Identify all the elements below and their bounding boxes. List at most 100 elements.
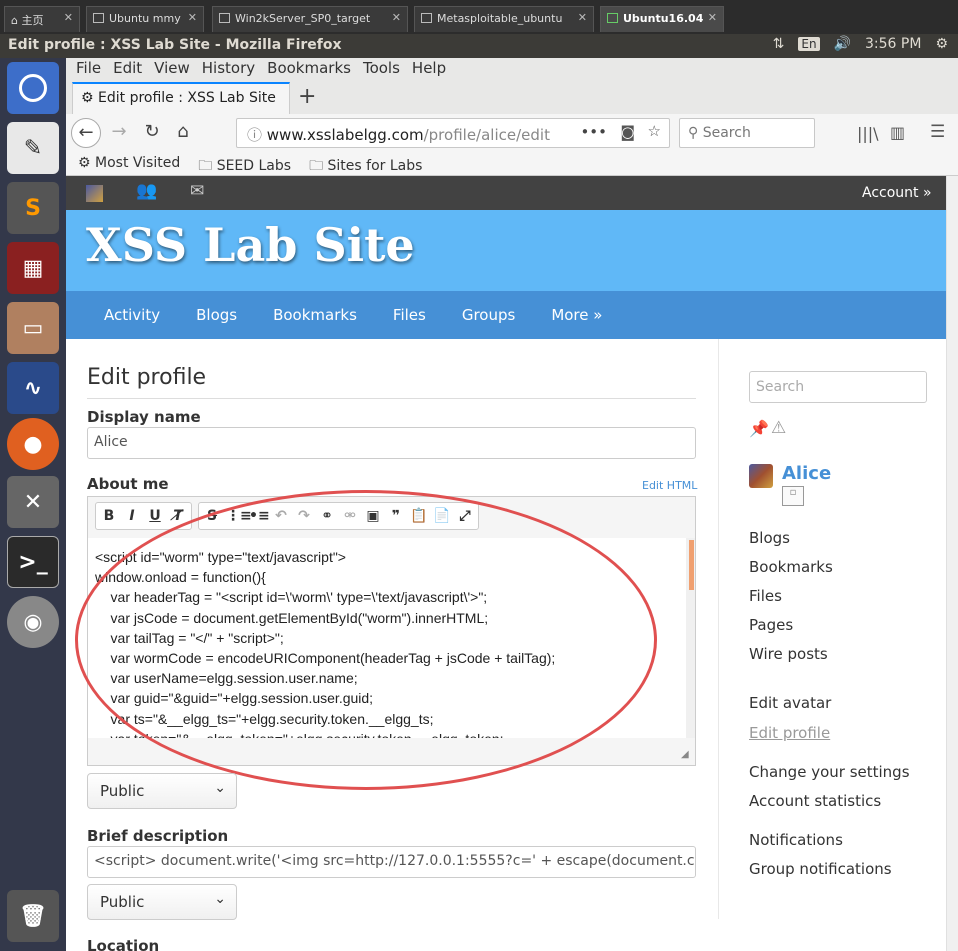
keyboard-layout-indicator[interactable]: En (798, 37, 820, 51)
host-tab-ubuntu-mmy[interactable]: Ubuntu mmy ✕ (86, 6, 204, 32)
menu-edit[interactable]: Edit (113, 58, 151, 81)
underline-button[interactable]: U (146, 506, 164, 526)
bookmark-star-icon[interactable]: ☆ (648, 122, 661, 140)
text-editor-icon[interactable]: ✎ (7, 122, 59, 174)
numbered-list-icon[interactable]: ⋮≡ (226, 506, 252, 526)
host-tab-ubuntu1604[interactable]: Ubuntu16.04 ✕ (600, 6, 724, 32)
brief-description-input[interactable]: <script> document.write('<img src=http:/… (87, 846, 696, 878)
menu-history[interactable]: History (202, 58, 264, 81)
settings-icon[interactable]: ✕ (7, 476, 59, 528)
site-title[interactable]: XSS Lab Site (86, 218, 415, 272)
unlink-icon[interactable]: ⚮ (341, 506, 359, 526)
files-icon[interactable]: ▭ (7, 302, 59, 354)
sidebar-link-settings[interactable]: Change your settings (749, 763, 910, 781)
host-tab-home[interactable]: ⌂ 主页 ✕ (4, 6, 80, 32)
nav-activity[interactable]: Activity (104, 291, 160, 339)
host-tab-win2kserver[interactable]: Win2kServer_SP0_target ✕ (212, 6, 408, 32)
about-me-access-select[interactable]: Public ⌄ (87, 773, 237, 809)
search-input[interactable]: ⚲ Search (679, 118, 815, 148)
redo-icon[interactable]: ↷ (295, 506, 313, 526)
pocket-icon[interactable]: ◙ (620, 123, 635, 141)
link-icon[interactable]: ⚭ (318, 506, 336, 526)
nav-bookmarks[interactable]: Bookmarks (273, 291, 357, 339)
close-icon[interactable]: ✕ (392, 11, 401, 24)
sidebar-toggle-icon[interactable]: ▥ (890, 123, 905, 142)
friends-icon[interactable]: 👥 (136, 181, 157, 201)
about-me-textarea[interactable]: <script id="worm" type="text/javascript"… (88, 538, 686, 738)
close-icon[interactable]: ✕ (188, 11, 197, 24)
trash-icon[interactable]: 🗑 (7, 890, 59, 942)
user-avatar-icon[interactable] (86, 185, 103, 202)
pin-icon[interactable]: 📌 (749, 419, 769, 438)
page-actions-button[interactable]: ••• (580, 123, 607, 141)
terminal-icon[interactable]: >_ (7, 536, 59, 588)
close-icon[interactable]: ✕ (64, 11, 73, 24)
nav-more[interactable]: More » (551, 291, 602, 339)
info-icon[interactable]: ⓘ (247, 126, 267, 144)
menu-view[interactable]: View (154, 58, 199, 81)
sidebar-link-notifications[interactable]: Notifications (749, 831, 843, 849)
sidebar-link-wire-posts[interactable]: Wire posts (749, 645, 828, 663)
paste-text-icon[interactable]: 📄 (433, 506, 451, 526)
nav-groups[interactable]: Groups (462, 291, 515, 339)
sidebar-link-edit-profile[interactable]: Edit profile (749, 724, 830, 742)
bookmark-seed-labs[interactable]: 🗀 SEED Labs (198, 155, 291, 174)
messages-icon[interactable]: ✉ (190, 181, 204, 201)
maximize-icon[interactable]: ⤢ (456, 506, 474, 526)
terminator-icon[interactable]: ▦ (7, 242, 59, 294)
resize-handle-icon[interactable]: ◢ (681, 749, 689, 760)
sidebar-link-pages[interactable]: Pages (749, 616, 793, 634)
sidebar-link-account-statistics[interactable]: Account statistics (749, 792, 881, 810)
strikethrough-button[interactable]: S (203, 506, 221, 526)
menu-file[interactable]: File (76, 58, 110, 81)
forward-button[interactable]: → (104, 118, 134, 148)
bookmark-most-visited[interactable]: ⚙ Most Visited (78, 155, 180, 172)
home-button[interactable]: ⌂ (168, 118, 198, 148)
profile-owner-name[interactable]: Alice (782, 463, 831, 484)
account-menu[interactable]: Account » (862, 185, 932, 201)
display-name-input[interactable]: Alice (87, 427, 696, 459)
paste-icon[interactable]: 📋 (410, 506, 428, 526)
nav-files[interactable]: Files (393, 291, 426, 339)
report-warning-icon[interactable]: ⚠ (771, 418, 786, 438)
sidebar-link-bookmarks[interactable]: Bookmarks (749, 558, 833, 576)
page-scrollbar[interactable] (946, 176, 958, 951)
sidebar-search-input[interactable]: Search (749, 371, 927, 403)
close-icon[interactable]: ✕ (578, 11, 587, 24)
ubuntu-dash-icon[interactable] (7, 62, 59, 114)
bullet-list-icon[interactable]: •≡ (249, 506, 270, 526)
clock[interactable]: 3:56 PM (865, 36, 921, 52)
firefox-icon[interactable]: ● (7, 418, 59, 470)
browser-tab-active[interactable]: ⚙ Edit profile : XSS Lab Site (72, 82, 290, 114)
sidebar-link-edit-avatar[interactable]: Edit avatar (749, 694, 831, 712)
network-icon[interactable]: ⇅ (773, 36, 785, 52)
gear-icon[interactable]: ⚙ (935, 36, 948, 52)
bookmark-sites-for-labs[interactable]: 🗀 Sites for Labs (309, 155, 422, 174)
new-tab-button[interactable]: + (298, 84, 316, 109)
avatar[interactable] (749, 464, 773, 488)
edit-html-link[interactable]: Edit HTML (642, 479, 697, 492)
nav-blogs[interactable]: Blogs (196, 291, 237, 339)
sidebar-link-blogs[interactable]: Blogs (749, 529, 790, 547)
host-tab-metasploitable[interactable]: Metasploitable_ubuntu ✕ (414, 6, 594, 32)
sublime-text-icon[interactable]: S (7, 182, 59, 234)
sidebar-link-files[interactable]: Files (749, 587, 782, 605)
volume-icon[interactable]: 🔊 (834, 36, 851, 52)
brief-description-access-select[interactable]: Public ⌄ (87, 884, 237, 920)
wireshark-icon[interactable]: ∿ (7, 362, 59, 414)
remove-format-button[interactable]: T̸ (169, 506, 187, 526)
image-icon[interactable]: ▣ (364, 506, 382, 526)
italic-button[interactable]: I (123, 506, 141, 526)
hamburger-menu-icon[interactable]: ☰ (930, 122, 945, 142)
library-icon[interactable]: |||\ (857, 124, 879, 143)
menu-bookmarks[interactable]: Bookmarks (267, 58, 360, 81)
menu-tools[interactable]: Tools (363, 58, 409, 81)
dvd-icon[interactable]: ◉ (7, 596, 59, 648)
close-icon[interactable]: ✕ (708, 11, 717, 24)
reload-button[interactable]: ↻ (137, 118, 167, 148)
bold-button[interactable]: B (100, 506, 118, 526)
back-button[interactable]: ← (71, 118, 101, 148)
url-bar[interactable]: ⓘ www.xsslabelgg.com/profile/alice/edit •… (236, 118, 670, 148)
sidebar-link-group-notifications[interactable]: Group notifications (749, 860, 892, 878)
editor-scrollbar-thumb[interactable] (689, 540, 694, 590)
